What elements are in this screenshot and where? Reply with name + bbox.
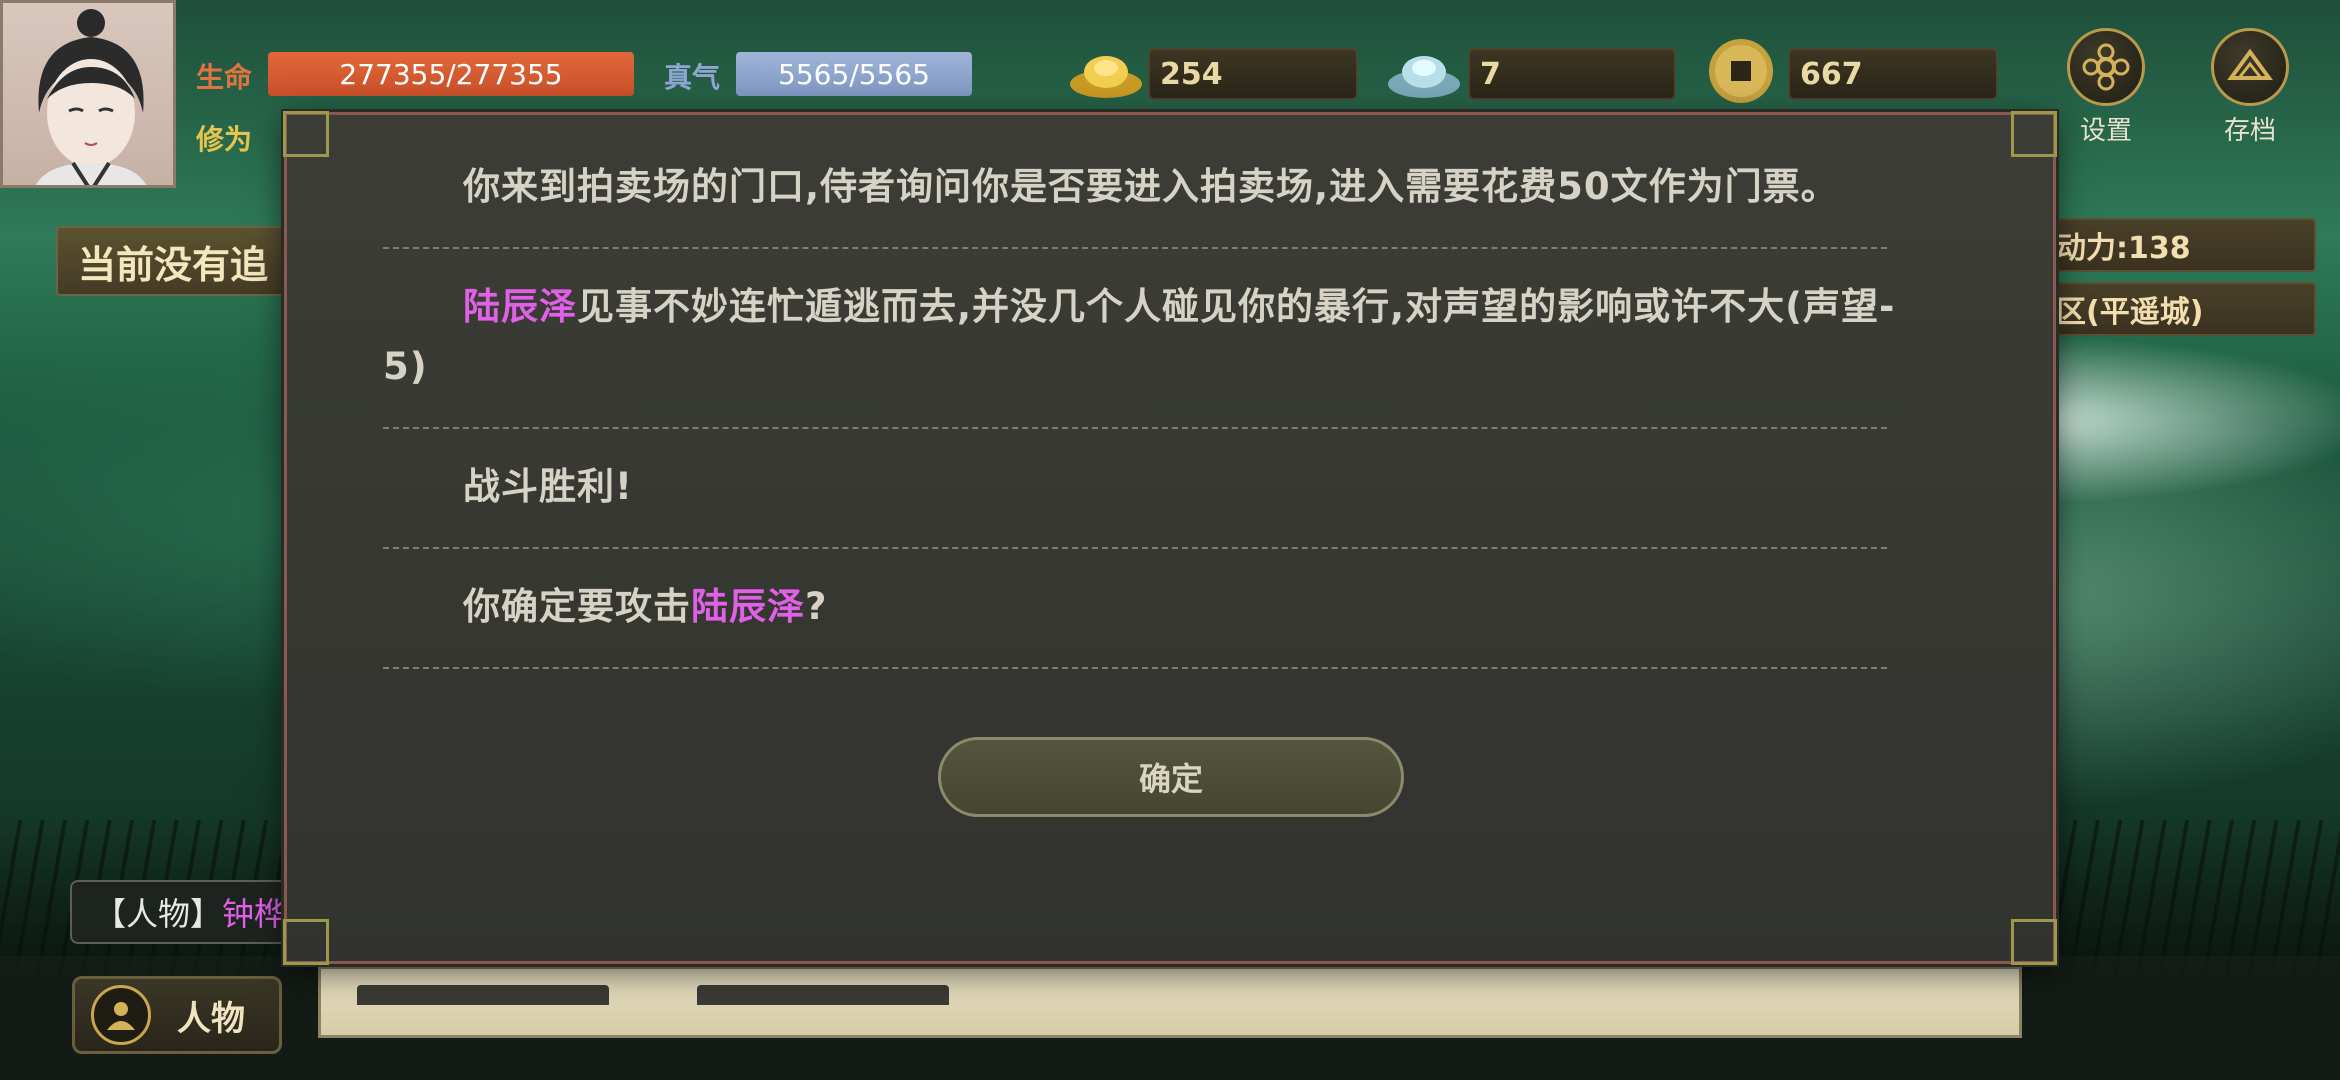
save-button[interactable]: 存档 bbox=[2210, 28, 2290, 147]
copper-coin-icon bbox=[1706, 36, 1776, 110]
settings-icon bbox=[2067, 28, 2145, 106]
settings-button[interactable]: 设置 bbox=[2066, 28, 2146, 147]
event-dialog: 你来到拍卖场的门口,侍者询问你是否要进入拍卖场,进入需要花费50文作为门票。 陆… bbox=[283, 111, 2057, 965]
message-text: 见事不妙连忙遁逃而去,并没几个人碰见你的暴行,对声望的影响或许不大(声望- bbox=[577, 285, 1896, 328]
message-text: 战斗胜利! bbox=[463, 465, 633, 508]
log-panel bbox=[318, 966, 2022, 1038]
copper-amount: 667 bbox=[1788, 48, 1998, 100]
log-tab[interactable] bbox=[357, 985, 609, 1005]
corner-ornament bbox=[283, 919, 329, 965]
message-text: 你来到拍卖场的门口,侍者询问你是否要进入拍卖场,进入需要花费50文作为门票。 bbox=[463, 165, 1839, 208]
location-text: 区(平遥城) bbox=[2056, 295, 2204, 330]
separator bbox=[383, 247, 1887, 249]
cultivation-label: 修为 bbox=[196, 123, 253, 156]
qi-bar: 5565/5565 bbox=[736, 52, 972, 96]
person-log-tag[interactable]: 【人物】 钟桦 bbox=[70, 880, 300, 944]
save-icon bbox=[2211, 28, 2289, 106]
dialog-message: 你确定要攻击陆辰泽? bbox=[383, 577, 1983, 637]
corner-ornament bbox=[2011, 111, 2057, 157]
gold-ingot-icon bbox=[1066, 46, 1146, 106]
separator bbox=[383, 547, 1887, 549]
action-points: 动力:138 bbox=[2040, 218, 2316, 272]
location-tag[interactable]: 区(平遥城) bbox=[2040, 282, 2316, 336]
gold-amount: 254 bbox=[1148, 48, 1358, 100]
silver-amount: 7 bbox=[1468, 48, 1676, 100]
silver-ingot-icon bbox=[1384, 46, 1464, 106]
dialog-message: 你来到拍卖场的门口,侍者询问你是否要进入拍卖场,进入需要花费50文作为门票。 bbox=[383, 157, 1983, 217]
separator bbox=[383, 667, 1887, 669]
log-tab[interactable] bbox=[697, 985, 949, 1005]
npc-name: 陆辰泽 bbox=[463, 285, 577, 328]
copper-value: 667 bbox=[1800, 56, 1863, 92]
settings-label: 设置 bbox=[2079, 116, 2132, 146]
npc-name: 陆辰泽 bbox=[691, 585, 805, 628]
portrait-illustration bbox=[35, 9, 147, 185]
qi-label: 真气 bbox=[664, 61, 721, 94]
action-points-text: 动力:138 bbox=[2056, 231, 2191, 266]
message-text: 5) bbox=[383, 345, 428, 388]
hp-bar: 277355/277355 bbox=[268, 52, 634, 96]
separator bbox=[383, 427, 1887, 429]
character-button[interactable]: 人物 bbox=[72, 976, 282, 1054]
corner-ornament bbox=[2011, 919, 2057, 965]
confirm-button[interactable]: 确定 bbox=[938, 737, 1404, 817]
save-label: 存档 bbox=[2223, 116, 2276, 146]
person-prefix: 【人物】 bbox=[94, 895, 223, 933]
person-name: 钟桦 bbox=[222, 895, 287, 933]
message-text: ? bbox=[805, 585, 828, 628]
person-icon bbox=[91, 985, 151, 1045]
quest-tracker-text: 当前没有追 bbox=[78, 242, 269, 287]
dialog-message: 陆辰泽见事不妙连忙遁逃而去,并没几个人碰见你的暴行,对声望的影响或许不大(声望-… bbox=[383, 277, 1983, 397]
dialog-message: 战斗胜利! bbox=[383, 457, 1983, 517]
hp-label: 生命 bbox=[196, 61, 253, 94]
message-text: 你确定要攻击 bbox=[463, 585, 691, 628]
gold-value: 254 bbox=[1160, 56, 1223, 92]
silver-value: 7 bbox=[1480, 56, 1501, 92]
quest-tracker[interactable]: 当前没有追 bbox=[56, 226, 296, 296]
corner-ornament bbox=[283, 111, 329, 157]
player-avatar[interactable] bbox=[0, 0, 176, 188]
character-button-label: 人物 bbox=[177, 998, 245, 1039]
